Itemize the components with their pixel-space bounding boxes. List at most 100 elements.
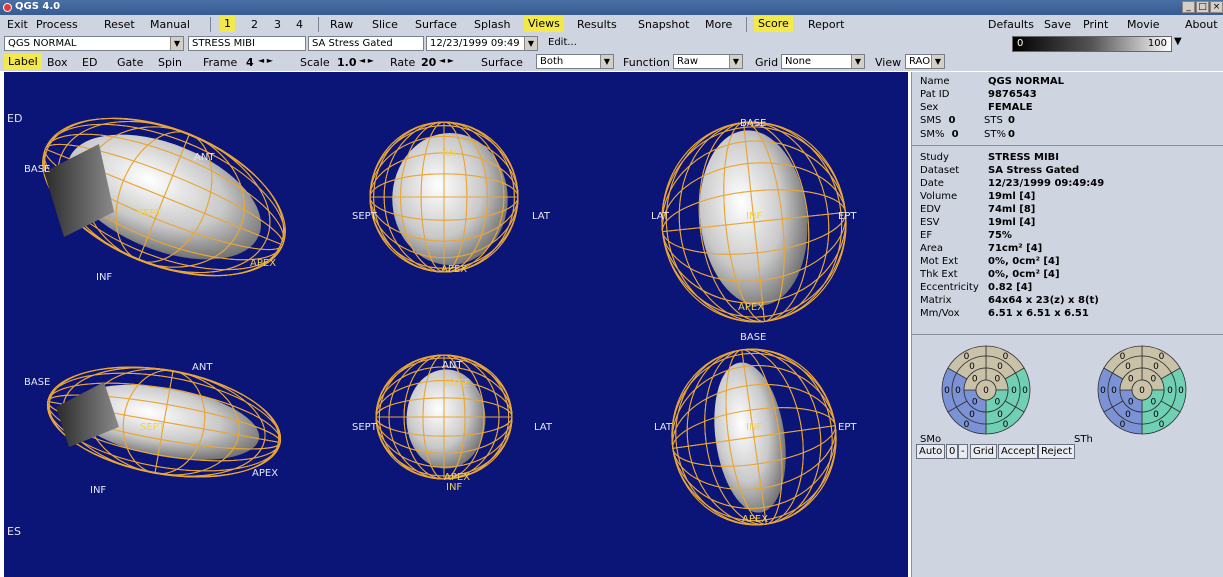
separator: [746, 17, 747, 32]
edit-button[interactable]: Edit...: [548, 37, 577, 48]
color-scale-bar[interactable]: 0 100: [1012, 36, 1172, 52]
close-button[interactable]: ×: [1210, 1, 1223, 13]
menu-defaults[interactable]: Defaults: [988, 18, 1034, 31]
frame-label: Frame: [203, 56, 238, 69]
divider: [912, 145, 1223, 146]
info-row: Area 71cm² [4]: [920, 243, 1043, 254]
ed-toggle[interactable]: ED: [82, 56, 97, 69]
grid-button[interactable]: Grid: [970, 444, 997, 459]
frame-1-button[interactable]: 1: [220, 16, 235, 32]
grid-label: Grid: [755, 56, 779, 69]
orient-apex: APEX: [441, 264, 468, 275]
frame-4-button[interactable]: 4: [296, 18, 303, 31]
grid-select[interactable]: None ▼: [781, 54, 865, 69]
box-toggle[interactable]: Box: [47, 56, 67, 69]
menu-manual[interactable]: Manual: [150, 18, 190, 31]
orient-ant: ANT: [442, 360, 463, 371]
segment-value: 0: [994, 397, 1000, 407]
maximize-button[interactable]: □: [1196, 1, 1209, 13]
accept-button[interactable]: Accept: [998, 444, 1039, 459]
study-field-value: STRESS MIBI: [192, 38, 255, 49]
tab-more[interactable]: More: [705, 18, 732, 31]
orient-apex: APEX: [738, 302, 765, 313]
orient-apex: APEX: [252, 468, 279, 479]
minus-button[interactable]: -: [958, 444, 968, 459]
orient-base: BASE: [444, 378, 471, 389]
menu-reset[interactable]: Reset: [104, 18, 135, 31]
polar-maps[interactable]: 00000000000000000 00000000000000000: [916, 340, 1216, 440]
menu-about[interactable]: About: [1185, 18, 1218, 31]
tab-views[interactable]: Views: [524, 16, 564, 32]
menu-save[interactable]: Save: [1044, 18, 1071, 31]
menu-exit[interactable]: Exit: [7, 18, 28, 31]
function-select[interactable]: Raw ▼: [673, 54, 743, 69]
chevron-down-icon: ▼: [931, 55, 944, 68]
info-row: EF 75%: [920, 230, 1012, 241]
tab-surface[interactable]: Surface: [415, 18, 457, 31]
info-row: Dataset SA Stress Gated: [920, 165, 1080, 176]
spin-toggle[interactable]: Spin: [158, 56, 182, 69]
reject-button[interactable]: Reject: [1038, 444, 1076, 459]
study-field[interactable]: STRESS MIBI: [188, 36, 306, 51]
minimize-button[interactable]: _: [1182, 1, 1195, 13]
frame-2-button[interactable]: 2: [251, 18, 258, 31]
date-select-value: 12/23/1999 09:49: [430, 38, 520, 49]
polar-map-sth[interactable]: 00000000000000000: [1097, 345, 1187, 435]
tab-slice[interactable]: Slice: [372, 18, 398, 31]
ed-label: ED: [7, 112, 23, 125]
menu-movie[interactable]: Movie: [1127, 18, 1160, 31]
function-select-value: Raw: [677, 56, 699, 67]
menu-bar: Exit Process Reset Manual 1 2 3 4 Raw Sl…: [0, 15, 1223, 35]
title-bar: QGS 4.0 _ □ ×: [0, 0, 1223, 15]
chevron-down-icon: ▼: [851, 55, 864, 68]
segment-value: 0: [1100, 386, 1106, 396]
tab-report[interactable]: Report: [808, 18, 844, 31]
patient-select[interactable]: QGS NORMAL ▼: [4, 36, 184, 51]
orient-base: BASE: [740, 118, 767, 129]
rate-value: 20: [421, 56, 437, 69]
segment-value: 0: [1128, 375, 1134, 385]
menu-print[interactable]: Print: [1083, 18, 1108, 31]
scale-stepper[interactable]: ◄ ►: [359, 56, 374, 65]
surface-select[interactable]: Both ▼: [536, 54, 614, 69]
tab-raw[interactable]: Raw: [330, 18, 353, 31]
surface-viewport[interactable]: ED ES BASE ANT SEPT INF APEX ANT SEPT LA…: [4, 72, 908, 577]
divider: [912, 334, 1223, 335]
orient-ept: EPT: [838, 211, 857, 222]
segment-value: 0: [969, 410, 975, 420]
info-row: Name QGS NORMAL: [920, 76, 1065, 87]
segment-value: 0: [1150, 397, 1156, 407]
tab-snapshot[interactable]: Snapshot: [638, 18, 689, 31]
rate-label: Rate: [390, 56, 416, 69]
segment-value: 0: [972, 397, 978, 407]
rate-stepper[interactable]: ◄ ►: [439, 56, 454, 65]
segment-value: 0: [1159, 420, 1165, 430]
gate-toggle[interactable]: Gate: [117, 56, 143, 69]
dataset-field[interactable]: SA Stress Gated: [308, 36, 424, 51]
frame-stepper[interactable]: ◄ ►: [258, 56, 273, 65]
frame-3-button[interactable]: 3: [274, 18, 281, 31]
mesh-cage: [369, 121, 519, 273]
score-row-percent: SM% 0 ST% 0: [920, 129, 1015, 140]
segment-value: 0: [1153, 362, 1159, 372]
menu-process[interactable]: Process: [36, 18, 78, 31]
orient-base: BASE: [740, 332, 767, 343]
chevron-down-icon: ▼: [170, 37, 183, 50]
tab-score[interactable]: Score: [754, 16, 793, 32]
segment-value: 0: [944, 386, 950, 396]
info-row: Pat ID 9876543: [920, 89, 1037, 100]
label-toggle[interactable]: Label: [4, 54, 42, 70]
tab-results[interactable]: Results: [577, 18, 617, 31]
chevron-down-icon[interactable]: ▼: [1174, 36, 1182, 47]
orient-ant: ANT: [194, 152, 215, 163]
segment-value: 0: [964, 420, 970, 430]
segment-value: 0: [997, 362, 1003, 372]
auto-button[interactable]: Auto: [916, 444, 946, 459]
zero-button[interactable]: 0: [946, 444, 959, 459]
info-row: Mot Ext 0%, 0cm² [4]: [920, 256, 1060, 267]
tab-splash[interactable]: Splash: [474, 18, 510, 31]
orient-ant: ANT: [192, 362, 213, 373]
polar-map-smo[interactable]: 00000000000000000: [941, 345, 1031, 435]
date-select[interactable]: 12/23/1999 09:49 ▼: [426, 36, 538, 51]
view-select[interactable]: RAO ▼: [905, 54, 945, 69]
